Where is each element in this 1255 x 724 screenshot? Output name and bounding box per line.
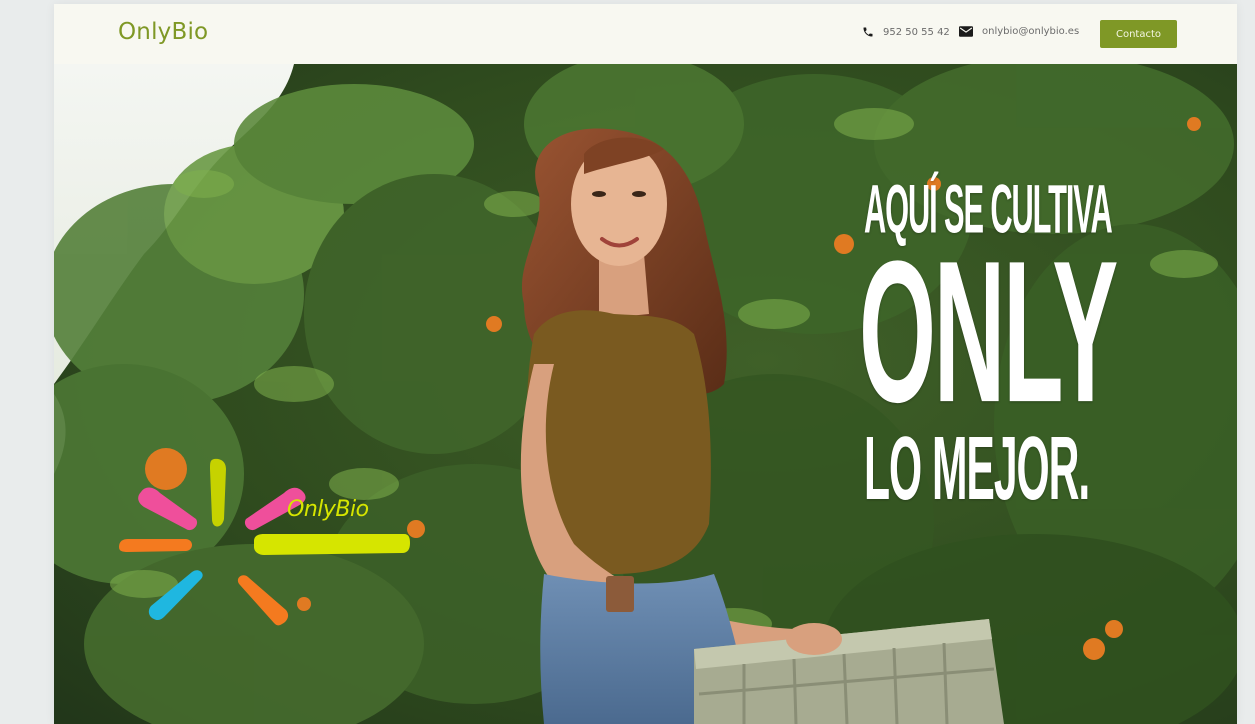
sunburst-logo-icon [119,458,410,626]
email-link[interactable]: onlybio@onlybio.es [959,26,1079,37]
email-address: onlybio@onlybio.es [982,26,1080,37]
brand-logo-text[interactable]: OnlyBio [118,19,208,45]
phone-number: 952 50 55 42 [883,26,950,38]
phone-link[interactable]: 952 50 55 42 [862,26,950,38]
headline-line-3: LO MEJOR. [864,418,1090,519]
contact-button[interactable]: Contacto [1100,20,1177,48]
logo-wordmark: OnlyBio [287,497,369,522]
onlybio-logo: OnlyBio [114,449,414,643]
headline-line-2: ONLY [859,219,1118,445]
email-icon [959,26,973,37]
phone-icon [863,27,873,37]
site-header: OnlyBio 952 50 55 42 onlybio@onlybio.es … [54,4,1237,64]
hero-banner: AQUÍ SE CULTIVA ONLY LO MEJOR. OnlyBio [54,64,1237,724]
landing-page: OnlyBio 952 50 55 42 onlybio@onlybio.es … [54,4,1237,724]
